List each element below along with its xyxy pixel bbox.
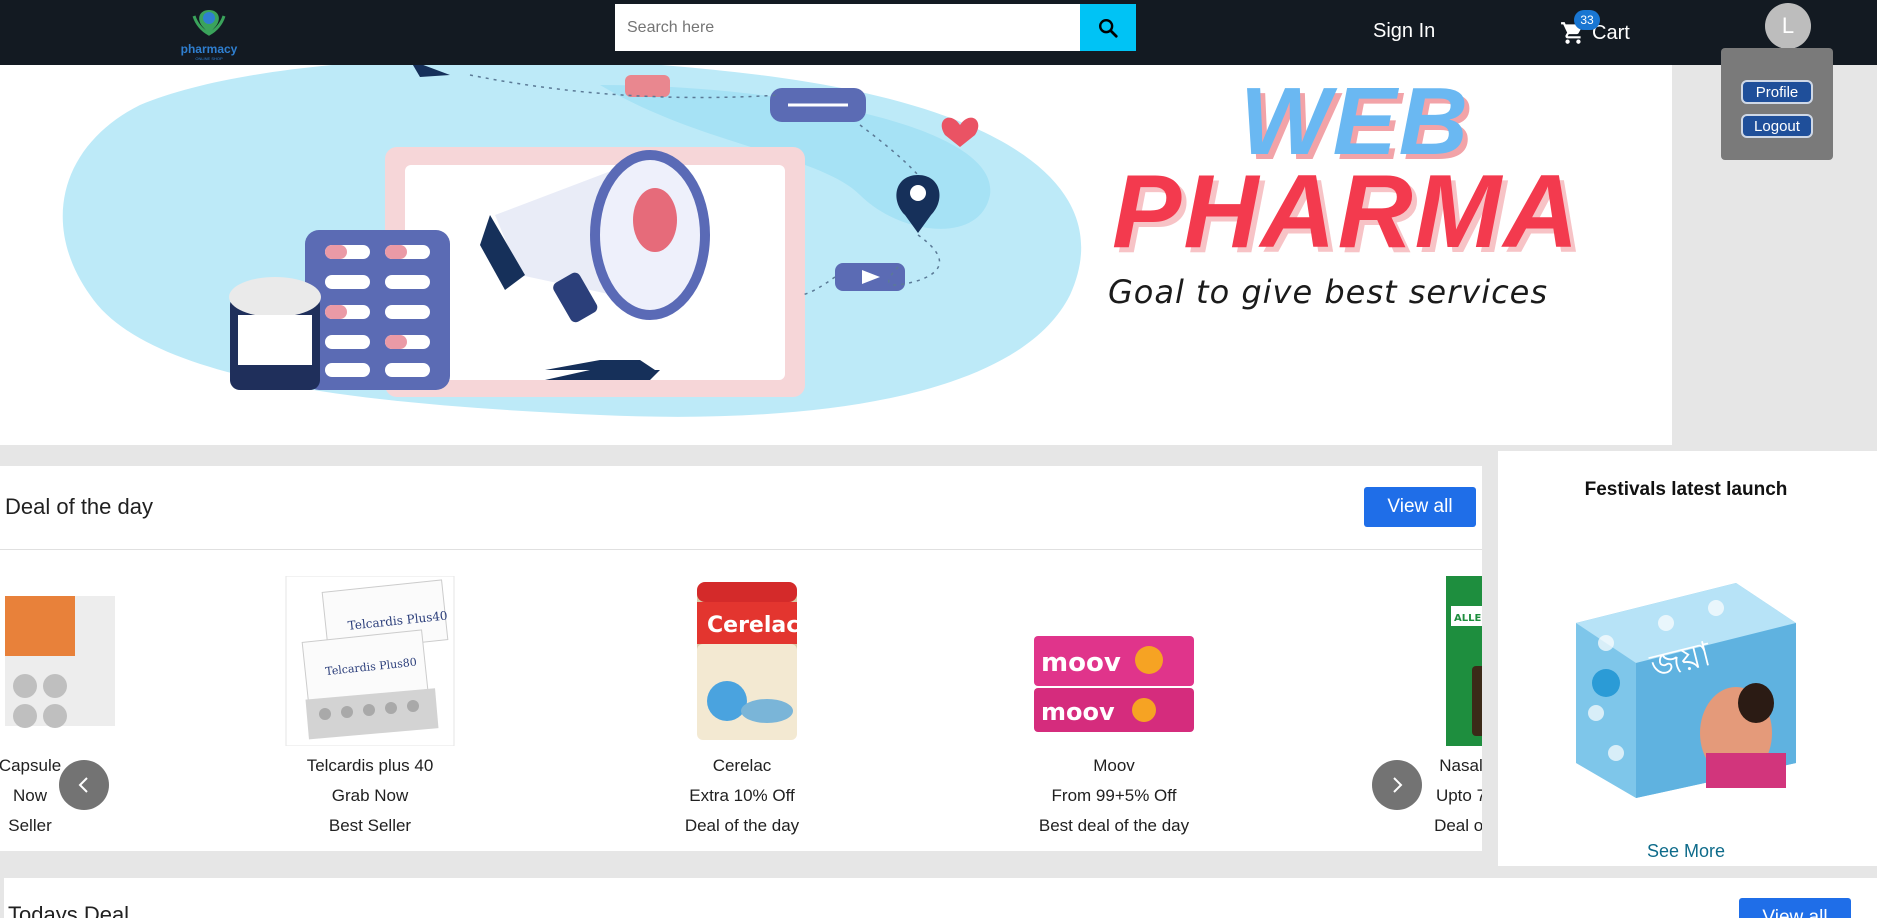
- sign-in-link[interactable]: Sign In: [1373, 20, 1435, 43]
- chevron-left-icon: [78, 777, 88, 793]
- product-tag: Best Seller: [328, 816, 412, 835]
- view-all-button[interactable]: View all: [1739, 898, 1851, 918]
- search-icon: [1099, 18, 1118, 38]
- product-name: Telcardis plus 40: [306, 756, 434, 775]
- brand-title-line2: PHARMA: [1112, 154, 1581, 270]
- todays-deal-section: Todays Deal View all: [4, 878, 1877, 918]
- product-image: Telcardis Plus40 Telcardis Plus80: [285, 576, 455, 746]
- profile-dropdown-menu: Profile Logout: [1721, 48, 1833, 160]
- svg-text:moov: moov: [1041, 698, 1115, 726]
- top-navbar: pharmacy ONLINE SHOP Sign In 33 Cart L: [0, 0, 1877, 65]
- deal-of-the-day-section: Deal of the day View all Capsule Now Sel…: [0, 466, 1482, 851]
- carousel-prev-button[interactable]: [59, 760, 109, 810]
- section-title: Deal of the day: [5, 494, 153, 519]
- logo-subtext: ONLINE SHOP: [195, 56, 223, 61]
- product-image: moov moov: [1034, 636, 1194, 732]
- carousel-next-button[interactable]: [1372, 760, 1422, 810]
- cart-button[interactable]: 33 Cart: [1560, 10, 1630, 46]
- product-image: Cerelac: [697, 582, 799, 740]
- product-image: ALLERGY RELIEF: [1446, 576, 1482, 746]
- product-card[interactable]: Cerelac Cerelac Extra 10% Off Deal of th…: [617, 550, 867, 851]
- cart-count-badge: 33: [1574, 10, 1600, 30]
- product-carousel: Capsule Now Seller Telcardis Plus40 Telc…: [0, 550, 1482, 851]
- profile-button[interactable]: Profile: [1741, 80, 1813, 104]
- see-more-link[interactable]: See More: [1498, 841, 1874, 862]
- product-name: Cerelac: [712, 756, 772, 775]
- product-card[interactable]: Telcardis Plus40 Telcardis Plus80 Telcar…: [245, 550, 495, 851]
- search-button[interactable]: [1080, 4, 1136, 51]
- product-image: [5, 596, 115, 728]
- hero-banner[interactable]: WEB PHARMA Goal to give best services: [0, 65, 1672, 445]
- product-card[interactable]: moov moov Moov From 99+5% Off Best deal …: [989, 550, 1239, 851]
- marketing-illustration: [62, 65, 1081, 417]
- festival-product-image[interactable]: জয়া: [1556, 563, 1806, 803]
- user-avatar[interactable]: L: [1765, 3, 1811, 49]
- product-tag: Best deal of the day: [1038, 816, 1190, 835]
- festivals-title: Festivals latest launch: [1584, 479, 1788, 500]
- svg-text:ALLERGY RELIEF: ALLERGY RELIEF: [1454, 613, 1482, 624]
- product-offer: Grab Now: [331, 786, 409, 805]
- product-offer: From 99+5% Off: [1051, 786, 1177, 805]
- banner-tagline: Goal to give best services: [1108, 273, 1549, 311]
- svg-text:moov: moov: [1041, 648, 1121, 678]
- view-all-button[interactable]: View all: [1364, 487, 1476, 527]
- chevron-right-icon: [1393, 777, 1403, 793]
- logo-text: pharmacy: [180, 42, 238, 56]
- search-input[interactable]: [615, 4, 1081, 51]
- festivals-launch-card: Festivals latest launch জয়া See More: [1498, 451, 1877, 866]
- product-tag: Deal of: [1434, 816, 1482, 835]
- product-offer: Extra 10% Off: [689, 786, 795, 805]
- product-tag: Deal of the day: [684, 816, 800, 835]
- product-name: Moov: [1093, 756, 1135, 775]
- section-title: Todays Deal: [8, 902, 130, 918]
- svg-text:Cerelac: Cerelac: [707, 613, 799, 638]
- product-tag: Seller: [8, 816, 52, 835]
- logout-button[interactable]: Logout: [1741, 114, 1813, 138]
